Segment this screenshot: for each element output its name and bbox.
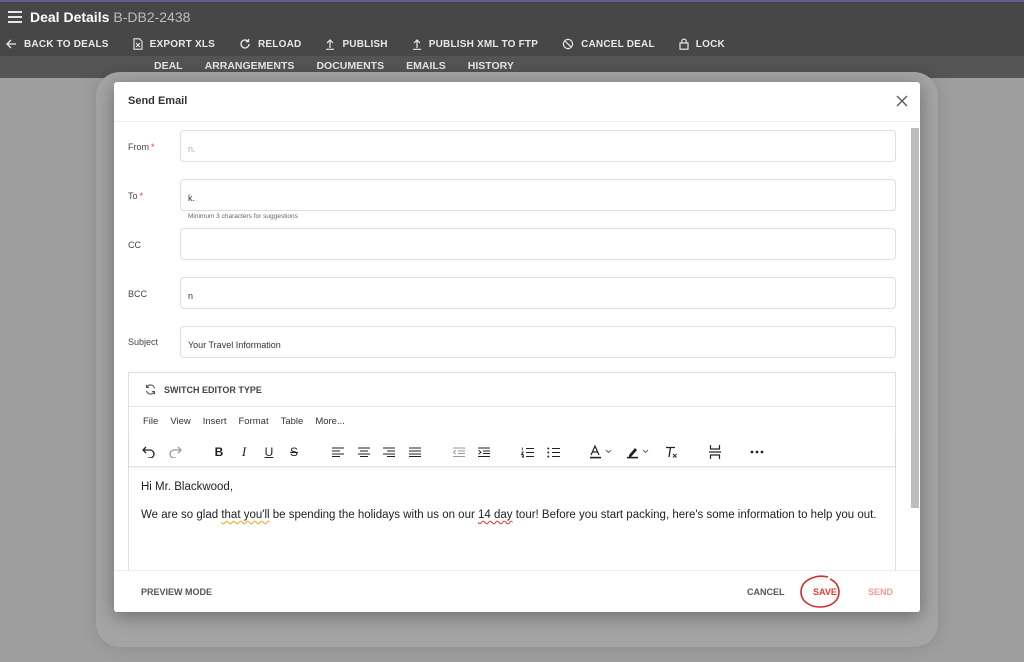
- indent-icon[interactable]: [476, 444, 492, 460]
- clear-formatting-icon[interactable]: [663, 444, 679, 460]
- email-body-paragraph: We are so glad that you'll be spending t…: [141, 507, 885, 524]
- align-left-icon[interactable]: [330, 444, 346, 460]
- page-break-icon[interactable]: [707, 444, 723, 460]
- dialog-scrollbar-thumb[interactable]: [911, 128, 919, 508]
- justify-icon[interactable]: [407, 444, 423, 460]
- app-header: Deal Details B-DB2-2438: [0, 0, 1024, 32]
- rich-text-editor: SWITCH EDITOR TYPE File View Insert Form…: [128, 372, 896, 572]
- menu-insert[interactable]: Insert: [203, 416, 227, 427]
- editor-content[interactable]: Hi Mr. Blackwood, We are so glad that yo…: [141, 479, 885, 535]
- bcc-field[interactable]: n: [180, 277, 896, 309]
- from-field[interactable]: n.: [180, 130, 896, 162]
- export-xls-button[interactable]: EXPORT XLS: [133, 38, 215, 50]
- required-mark: *: [139, 191, 144, 201]
- to-label-text: To: [128, 191, 138, 201]
- subject-label: Subject: [128, 337, 159, 347]
- to-field-hint: Minimum 3 characters for suggestions: [188, 213, 298, 220]
- lock-label: LOCK: [695, 38, 725, 50]
- editor-top-bar: SWITCH EDITOR TYPE: [129, 373, 895, 407]
- sync-icon: [145, 384, 156, 395]
- switch-editor-type-label: SWITCH EDITOR TYPE: [164, 384, 262, 395]
- lock-icon: [679, 38, 689, 50]
- grammar-flag-text: that you'll: [221, 509, 270, 521]
- strikethrough-icon[interactable]: S: [286, 444, 302, 460]
- menu-view[interactable]: View: [170, 416, 190, 427]
- cancel-deal-button[interactable]: CANCEL DEAL: [562, 38, 655, 50]
- arrow-left-icon: [6, 39, 16, 49]
- to-field[interactable]: k.: [180, 179, 896, 211]
- page-title: Deal Details B-DB2-2438: [30, 9, 190, 25]
- required-mark: *: [151, 142, 155, 152]
- export-xls-label: EXPORT XLS: [149, 38, 216, 50]
- highlight-color-icon[interactable]: [626, 444, 654, 460]
- editor-format-toolbar: B I U S: [129, 435, 895, 467]
- action-toolbar: BACK TO DEALS EXPORT XLS RELOAD PUBLISH …: [0, 32, 1024, 56]
- subject-field[interactable]: Your Travel Information: [180, 326, 896, 358]
- publish-button[interactable]: PUBLISH: [325, 38, 388, 50]
- italic-icon[interactable]: I: [236, 444, 252, 460]
- body-text-2: be spending the holidays with us on our: [269, 509, 478, 521]
- reload-icon: [240, 39, 250, 49]
- dialog-title: Send Email: [128, 95, 188, 107]
- dialog-header: Send Email: [114, 82, 920, 122]
- excel-file-icon: [133, 38, 143, 50]
- close-icon[interactable]: [894, 93, 910, 109]
- send-button[interactable]: SEND: [868, 587, 893, 597]
- from-label-text: From: [128, 142, 149, 152]
- cancel-button[interactable]: CANCEL: [747, 587, 785, 597]
- back-to-deals-label: BACK TO DEALS: [24, 38, 109, 50]
- cc-label: CC: [128, 240, 141, 250]
- body-text-3: tour! Before you start packing, here's s…: [512, 509, 877, 521]
- lock-button[interactable]: LOCK: [679, 38, 725, 50]
- menu-file[interactable]: File: [143, 416, 158, 427]
- send-email-dialog: Send Email From * n. To * k. Minimum 3 cha…: [114, 82, 920, 612]
- reload-label: RELOAD: [258, 38, 302, 50]
- bcc-label: BCC: [128, 289, 148, 299]
- page-title-text: Deal Details: [30, 9, 110, 25]
- block-icon: [562, 38, 574, 50]
- menu-format[interactable]: Format: [239, 416, 269, 427]
- switch-editor-type-button[interactable]: SWITCH EDITOR TYPE: [145, 384, 262, 395]
- align-center-icon[interactable]: [356, 444, 372, 460]
- deal-id: B-DB2-2438: [113, 9, 191, 25]
- menu-table[interactable]: Table: [281, 416, 304, 427]
- spelling-flag-text: 14 day: [478, 509, 513, 521]
- body-text-1: We are so glad: [141, 509, 222, 521]
- align-right-icon[interactable]: [381, 444, 397, 460]
- underline-icon[interactable]: U: [261, 444, 277, 460]
- outdent-icon[interactable]: [451, 444, 467, 460]
- editor-menubar: File View Insert Format Table More...: [129, 407, 895, 435]
- to-label: To *: [128, 191, 143, 201]
- upload-icon: [412, 39, 421, 50]
- more-options-icon[interactable]: [749, 444, 765, 460]
- save-button[interactable]: SAVE: [813, 587, 837, 597]
- email-greeting: Hi Mr. Blackwood,: [141, 481, 234, 493]
- dialog-footer: PREVIEW MODE CANCEL SAVE SEND: [114, 570, 920, 612]
- bullet-list-icon[interactable]: [545, 444, 561, 460]
- text-color-icon[interactable]: [589, 444, 617, 460]
- menu-more[interactable]: More...: [315, 416, 345, 427]
- redo-icon[interactable]: [167, 444, 183, 460]
- publish-label: PUBLISH: [342, 38, 388, 50]
- reload-button[interactable]: RELOAD: [239, 38, 301, 50]
- preview-mode-button[interactable]: PREVIEW MODE: [141, 587, 212, 597]
- publish-xml-label: PUBLISH XML TO FTP: [428, 38, 539, 50]
- numbered-list-icon[interactable]: [519, 444, 535, 460]
- publish-xml-button[interactable]: PUBLISH XML TO FTP: [412, 38, 538, 50]
- back-to-deals-button[interactable]: BACK TO DEALS: [6, 39, 109, 50]
- hamburger-menu-icon[interactable]: [8, 11, 22, 23]
- upload-icon: [326, 39, 335, 50]
- from-label: From *: [128, 142, 155, 152]
- cancel-deal-label: CANCEL DEAL: [581, 38, 655, 50]
- cc-field[interactable]: [180, 228, 896, 260]
- bold-icon[interactable]: B: [211, 444, 227, 460]
- undo-icon[interactable]: [141, 444, 157, 460]
